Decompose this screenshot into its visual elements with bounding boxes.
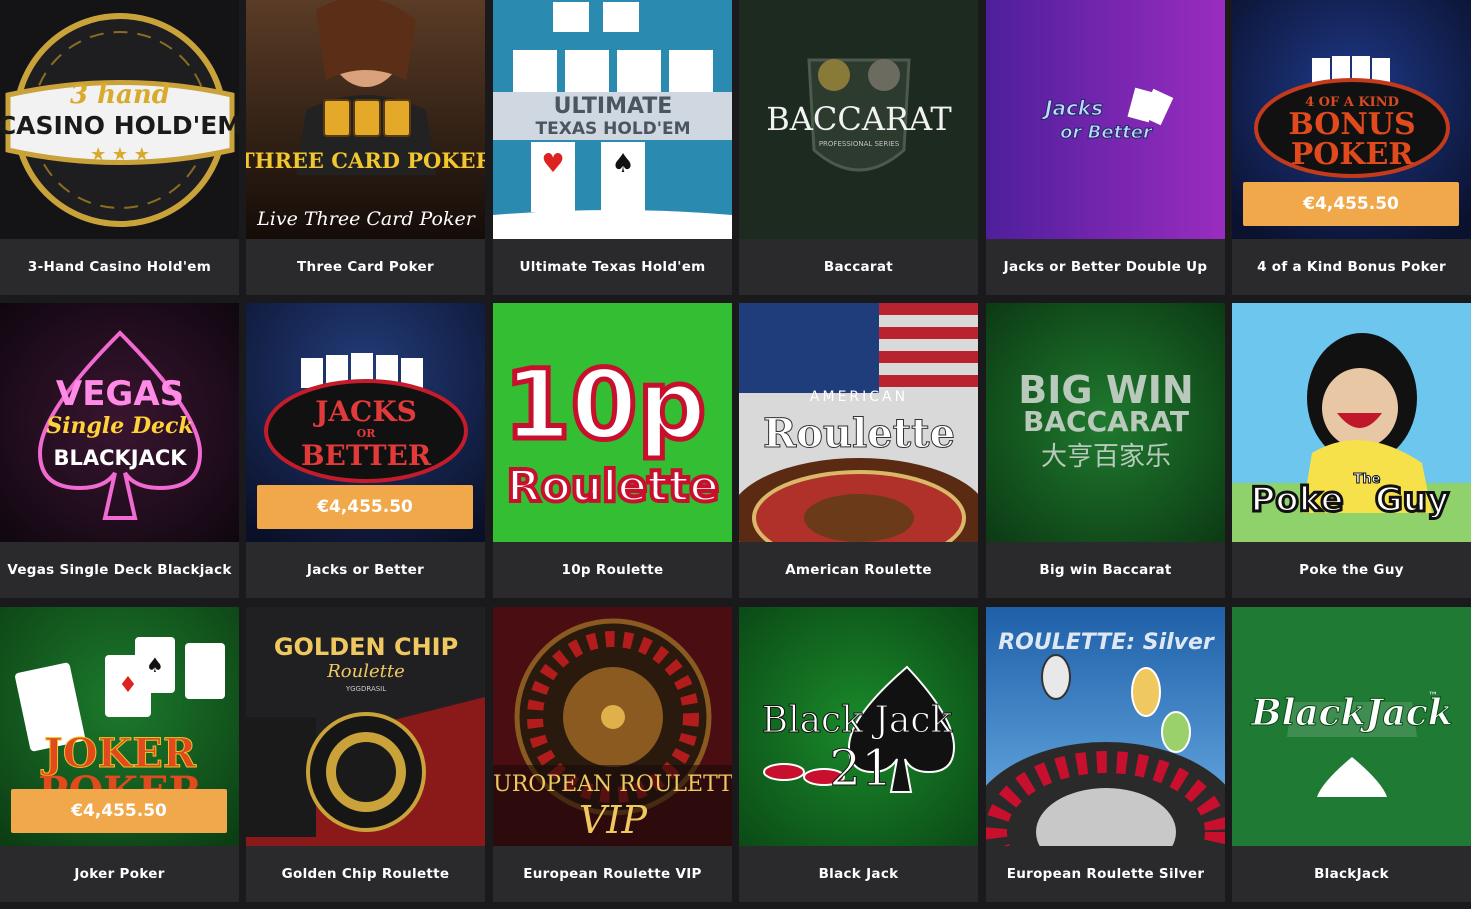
art-line2: or Better [1060,122,1153,143]
art-line1: JACKS [312,395,417,428]
art-line2: 21 [829,739,893,797]
art-line1: Poke [1250,480,1343,520]
game-tile-three-card-poker[interactable]: THREE CARD POKER Live Three Card Poker T… [246,0,485,295]
game-tile-blackjack[interactable]: BlackJack ™ BlackJack [1232,607,1471,902]
art-line1: ULTIMATE [554,94,673,119]
game-title[interactable]: Three Card Poker [246,239,485,295]
game-tile-ultimate-texas-holdem[interactable]: ULTIMATE TEXAS HOLD'EM ♥ ♠ Ultimate Texa… [493,0,732,295]
game-title[interactable]: Jacks or Better Double Up [986,239,1225,295]
art-line1: EUROPEAN ROULETTE [493,772,732,797]
game-title[interactable]: BlackJack [1232,846,1471,902]
art-line3: BETTER [301,439,432,472]
art-line2: Roulette [326,661,405,682]
jackpot-badge: €4,455.50 [1243,182,1459,226]
art-line1: ROULETTE: Silver [998,630,1215,655]
game-tile-10p-roulette[interactable]: 10p Roulette 10p Roulette [493,303,732,598]
art-line3: YGGDRASIL [345,685,386,693]
art-line2: CASINO HOLD'EM [0,111,239,140]
game-thumbnail[interactable]: THREE CARD POKER Live Three Card Poker [246,0,485,239]
art-line3: POKER [1291,137,1415,172]
game-title[interactable]: 10p Roulette [493,542,732,598]
game-title[interactable]: Ultimate Texas Hold'em [493,239,732,295]
art-line2: PROFESSIONAL SERIES [819,140,900,148]
game-title[interactable]: Baccarat [739,239,978,295]
game-thumbnail[interactable]: VEGAS Single Deck BLACKJACK [0,303,239,542]
art-line2: Single Deck [46,413,193,439]
art-line3: Guy [1375,480,1449,520]
game-thumbnail[interactable]: ULTIMATE TEXAS HOLD'EM ♥ ♠ [493,0,732,239]
game-thumbnail[interactable]: 10p Roulette [493,303,732,542]
game-thumbnail[interactable]: ROULETTE: Silver [986,607,1225,846]
art-line1: VEGAS [56,374,184,414]
art-line2: BACCARAT [1023,405,1189,438]
game-title[interactable]: Golden Chip Roulette [246,846,485,902]
game-thumbnail[interactable]: Black Jack 21 [739,607,978,846]
game-tile-black-jack[interactable]: Black Jack 21 Black Jack [739,607,978,902]
game-thumbnail[interactable]: EUROPEAN ROULETTE VIP [493,607,732,846]
game-tile-american-roulette[interactable]: AMERICAN Roulette American Roulette [739,303,978,598]
game-tile-4-of-a-kind-bonus-poker[interactable]: 4 OF A KIND BONUS POKER €4,455.50 4 of a… [1232,0,1471,295]
svg-text:♠: ♠ [611,149,634,179]
art-line2: Roulette [507,461,719,512]
art-line2: TEXAS HOLD'EM [536,119,691,139]
game-title[interactable]: Jacks or Better [246,542,485,598]
jackpot-badge: €4,455.50 [11,789,227,833]
game-thumbnail[interactable]: GOLDEN CHIP Roulette YGGDRASIL [246,607,485,846]
game-title[interactable]: Big win Baccarat [986,542,1225,598]
art-line3: 大亨百家乐 [1041,442,1171,472]
game-tile-baccarat[interactable]: BACCARAT PROFESSIONAL SERIES Baccarat [739,0,978,295]
svg-text:♠: ♠ [146,653,164,677]
game-title[interactable]: European Roulette Silver [986,846,1225,902]
game-tile-european-roulette-silver[interactable]: ROULETTE: Silver European Roulette Silve… [986,607,1225,902]
game-tile-poke-the-guy[interactable]: Poke The Guy Poke the Guy [1232,303,1471,598]
game-tile-jacks-or-better-double-up[interactable]: Jacks or Better Jacks or Better Double U… [986,0,1225,295]
game-thumbnail[interactable]: Jacks or Better [986,0,1225,239]
art-line1: GOLDEN CHIP [274,633,458,661]
game-title[interactable]: 3-Hand Casino Hold'em [0,239,239,295]
art-line2: VIP [579,798,648,842]
game-title[interactable]: American Roulette [739,542,978,598]
game-title[interactable]: Black Jack [739,846,978,902]
game-title[interactable]: Vegas Single Deck Blackjack [0,542,239,598]
game-title[interactable]: 4 of a Kind Bonus Poker [1232,239,1471,295]
game-title[interactable]: European Roulette VIP [493,846,732,902]
svg-text:♥: ♥ [541,149,564,179]
game-tile-big-win-baccarat[interactable]: BIG WIN BACCARAT 大亨百家乐 Big win Baccarat [986,303,1225,598]
art-line1: Jacks [1041,96,1103,120]
art-line1: Black Jack [762,700,954,741]
art-line1: BlackJack [1250,692,1453,734]
game-tile-european-roulette-vip[interactable]: EUROPEAN ROULETTE VIP European Roulette … [493,607,732,902]
art-line1: THREE CARD POKER [246,148,485,173]
svg-text:♦: ♦ [118,673,138,698]
game-thumbnail[interactable]: BIG WIN BACCARAT 大亨百家乐 [986,303,1225,542]
game-tile-3-hand-casino-holdem[interactable]: 3 hand CASINO HOLD'EM ★ ★ ★ 3-Hand Casin… [0,0,239,295]
game-title[interactable]: Poke the Guy [1232,542,1471,598]
game-thumbnail[interactable]: BACCARAT PROFESSIONAL SERIES [739,0,978,239]
art-line2: Live Three Card Poker [256,208,477,230]
game-thumbnail[interactable]: BlackJack ™ [1232,607,1471,846]
game-tile-joker-poker[interactable]: ♦ ♠ JOKER POKER €4,455.50 Joker Poker [0,607,239,902]
game-tile-vegas-single-deck-blackjack[interactable]: VEGAS Single Deck BLACKJACK Vegas Single… [0,303,239,598]
art-line3: BLACKJACK [53,446,187,470]
art-line1: 10p [504,349,706,461]
game-grid: 3 hand CASINO HOLD'EM ★ ★ ★ 3-Hand Casin… [0,0,1471,909]
art-line2: ™ [1428,691,1438,702]
art-line2: Roulette [763,410,955,457]
art-line1: BACCARAT [766,100,952,138]
game-thumbnail[interactable]: 3 hand CASINO HOLD'EM ★ ★ ★ [0,0,239,239]
game-thumbnail[interactable]: AMERICAN Roulette [739,303,978,542]
game-tile-golden-chip-roulette[interactable]: GOLDEN CHIP Roulette YGGDRASIL Golden Ch… [246,607,485,902]
game-thumbnail[interactable]: Poke The Guy [1232,303,1471,542]
game-tile-jacks-or-better[interactable]: JACKS OR BETTER €4,455.50 Jacks or Bette… [246,303,485,598]
svg-text:★ ★ ★: ★ ★ ★ [90,144,150,165]
art-line1: AMERICAN [810,389,908,405]
jackpot-badge: €4,455.50 [257,485,473,529]
game-title[interactable]: Joker Poker [0,846,239,902]
art-line1: 3 hand [70,80,170,110]
